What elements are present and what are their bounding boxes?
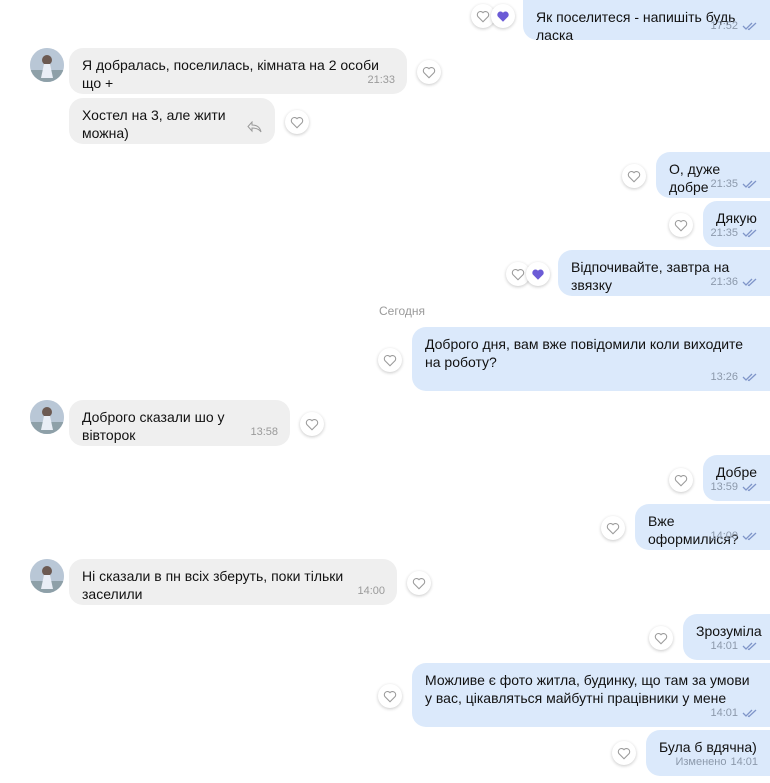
reaction-hearts[interactable] <box>506 262 556 286</box>
message-bubble-outgoing[interactable]: О, дуже добре 21:35 <box>656 152 770 198</box>
message-time: 21:35 <box>710 227 738 239</box>
message-text: Доброго сказали шо у вівторок <box>82 409 229 443</box>
message-meta: 13:58 <box>250 423 278 441</box>
message-meta: 21:35 <box>710 224 758 242</box>
message-text: Можливе є фото житла, будинку, що там за… <box>425 672 754 706</box>
message-bubble-incoming[interactable]: Я добралась, поселилась, кімната на 2 ос… <box>69 48 407 94</box>
message-bubble-outgoing[interactable]: Як поселитеся - напишіть будь ласка 17:5… <box>523 0 770 43</box>
date-separator: Сегодня <box>379 304 425 318</box>
heart-icon[interactable] <box>378 348 402 372</box>
double-check-icon <box>742 482 758 492</box>
heart-icon[interactable] <box>285 110 309 134</box>
message-meta: 14:00 <box>710 527 758 545</box>
message-meta: Изменено 14:01 <box>675 753 758 771</box>
message-text: Доброго дня, вам вже повідомили коли вих… <box>425 336 747 370</box>
message-meta: 14:01 <box>710 637 758 655</box>
double-check-icon <box>742 21 758 31</box>
heart-icon[interactable] <box>300 412 324 436</box>
heart-icon[interactable] <box>649 626 673 650</box>
message-bubble-outgoing[interactable]: Можливе є фото житла, будинку, що там за… <box>412 663 770 727</box>
message-time: 14:01 <box>730 756 758 768</box>
double-check-icon <box>742 179 758 189</box>
message-time: 14:00 <box>710 530 738 542</box>
double-check-icon <box>742 277 758 287</box>
heart-icon[interactable] <box>622 164 646 188</box>
message-bubble-incoming[interactable]: Ні сказали в пн всіх зберуть, поки тільк… <box>69 559 397 605</box>
message-time: 14:01 <box>710 640 738 652</box>
message-bubble-outgoing[interactable]: Вже оформилися? 14:00 <box>635 504 770 550</box>
message-time: 21:35 <box>710 178 738 190</box>
double-check-icon <box>742 708 758 718</box>
message-bubble-outgoing[interactable]: Була б вдячна) Изменено 14:01 <box>646 730 770 776</box>
message-meta: 13:59 <box>710 478 758 496</box>
message-bubble-outgoing[interactable]: Доброго дня, вам вже повідомили коли вих… <box>412 327 770 391</box>
heart-icon[interactable] <box>407 571 431 595</box>
avatar[interactable] <box>30 48 64 82</box>
message-bubble-outgoing[interactable]: Зрозуміла 14:01 <box>683 614 770 660</box>
message-time: 14:01 <box>710 707 738 719</box>
heart-icon[interactable] <box>669 213 693 237</box>
double-check-icon <box>742 641 758 651</box>
message-bubble-incoming[interactable]: Хостел на 3, але жити можна) <box>69 98 275 144</box>
message-meta: 14:01 <box>710 704 758 722</box>
message-time: 13:58 <box>250 426 278 438</box>
message-bubble-outgoing[interactable]: Добре 13:59 <box>703 455 770 501</box>
message-time: 17:52 <box>710 20 738 32</box>
message-time: 21:33 <box>367 74 395 86</box>
message-text: Хостел на 3, але жити можна) <box>82 107 230 141</box>
reaction-hearts[interactable] <box>471 4 521 28</box>
heart-icon[interactable] <box>417 60 441 84</box>
message-bubble-outgoing[interactable]: Відпочивайте, завтра на звязку 21:36 <box>558 250 770 296</box>
message-text: Ні сказали в пн всіх зберуть, поки тільк… <box>82 568 348 602</box>
message-time: 14:00 <box>357 585 385 597</box>
avatar[interactable] <box>30 400 64 434</box>
heart-icon[interactable] <box>612 741 636 765</box>
heart-filled-icon[interactable] <box>491 4 515 28</box>
message-meta: 21:36 <box>710 273 758 291</box>
heart-filled-icon[interactable] <box>526 262 550 286</box>
heart-icon[interactable] <box>601 516 625 540</box>
message-time: 13:26 <box>710 371 738 383</box>
message-meta: 14:00 <box>357 582 385 600</box>
heart-icon[interactable] <box>378 684 402 708</box>
avatar[interactable] <box>30 559 64 593</box>
double-check-icon <box>742 372 758 382</box>
heart-icon[interactable] <box>669 468 693 492</box>
message-meta: 13:26 <box>710 368 758 386</box>
message-meta: 21:33 <box>367 71 395 89</box>
reply-arrow-icon[interactable] <box>247 120 263 139</box>
message-time: 21:36 <box>710 276 738 288</box>
message-meta <box>247 120 263 139</box>
edited-label: Изменено <box>675 756 727 768</box>
double-check-icon <box>742 228 758 238</box>
message-bubble-incoming[interactable]: Доброго сказали шо у вівторок 13:58 <box>69 400 290 446</box>
double-check-icon <box>742 531 758 541</box>
message-bubble-outgoing[interactable]: Дякую 21:35 <box>703 201 770 247</box>
message-time: 13:59 <box>710 481 738 493</box>
message-meta: 17:52 <box>710 17 758 35</box>
message-text: Я добралась, поселилась, кімната на 2 ос… <box>82 57 383 91</box>
message-meta: 21:35 <box>710 175 758 193</box>
